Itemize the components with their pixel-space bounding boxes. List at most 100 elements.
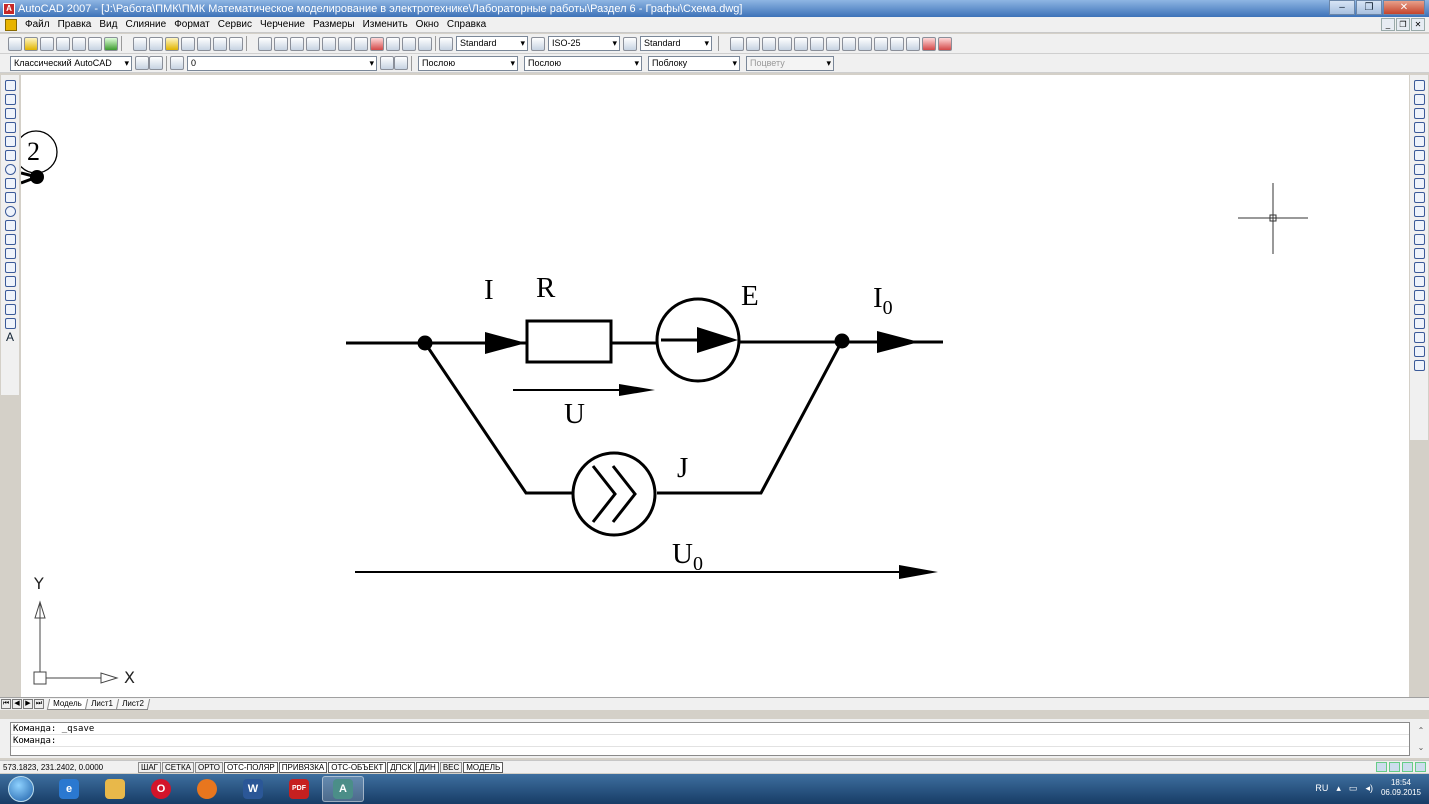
stretch-icon[interactable] xyxy=(1413,192,1425,203)
ellipse-arc-icon[interactable] xyxy=(4,220,16,231)
menu-merge[interactable]: Слияние xyxy=(121,19,170,30)
copy-icon[interactable] xyxy=(149,36,163,51)
ordinate-dimension-icon[interactable] xyxy=(746,36,760,51)
dimension-edit-icon[interactable] xyxy=(922,36,936,51)
taskbar-autocad[interactable]: A xyxy=(322,776,364,802)
draw-order-back-icon[interactable] xyxy=(1413,332,1425,343)
network-icon[interactable]: ▭ xyxy=(1349,783,1358,794)
taskbar-firefox[interactable] xyxy=(186,776,228,802)
start-button[interactable] xyxy=(8,776,34,802)
3d-dwf-icon[interactable] xyxy=(104,36,118,51)
taskbar-word[interactable]: W xyxy=(232,776,274,802)
tool-palettes-icon[interactable] xyxy=(354,36,368,51)
draw-order-front-icon[interactable] xyxy=(1413,318,1425,329)
polar-toggle[interactable]: ОТС-ПОЛЯР xyxy=(223,761,278,773)
layer-previous-icon[interactable] xyxy=(394,56,408,70)
volume-icon[interactable]: ◂) xyxy=(1365,783,1373,794)
design-center-icon[interactable] xyxy=(338,36,352,51)
first-tab-button[interactable]: ⏮ xyxy=(1,699,11,709)
explode-icon[interactable] xyxy=(1413,304,1425,315)
snap-toggle[interactable]: ШАГ xyxy=(138,761,161,773)
block-editor-icon[interactable] xyxy=(197,36,211,51)
chamfer-icon[interactable] xyxy=(1413,276,1425,287)
menu-help[interactable]: Справка xyxy=(443,19,490,30)
status-menu-icon[interactable] xyxy=(1402,762,1413,772)
paste-icon[interactable] xyxy=(165,36,179,51)
text-style-icon[interactable] xyxy=(439,36,453,51)
aligned-dimension-icon[interactable] xyxy=(762,36,776,51)
make-object-layer-current-icon[interactable] xyxy=(380,56,394,70)
open-icon[interactable] xyxy=(24,36,38,51)
spline-icon[interactable] xyxy=(4,192,16,203)
angular-dimension-icon[interactable] xyxy=(826,36,840,51)
linetype-select[interactable]: Послою xyxy=(524,55,642,71)
menu-format[interactable]: Формат xyxy=(170,19,214,30)
command-history[interactable]: Команда: _qsave Команда: xyxy=(10,722,1410,756)
polygon-icon[interactable] xyxy=(4,122,16,133)
lineweight-select[interactable]: Поблоку xyxy=(648,55,740,71)
line-icon[interactable] xyxy=(4,80,16,91)
linear-dimension-icon[interactable] xyxy=(730,36,744,51)
extend-icon[interactable] xyxy=(1413,220,1425,231)
doc-minimize-button[interactable]: _ xyxy=(1381,18,1395,31)
taskbar-opera[interactable]: O xyxy=(140,776,182,802)
join-icon[interactable] xyxy=(1413,262,1425,273)
table-style-select[interactable]: Standard xyxy=(640,36,712,51)
clean-screen-icon[interactable] xyxy=(1415,762,1426,772)
coordinates-readout[interactable]: 573.1823, 231.2402, 0.0000 xyxy=(0,763,138,772)
radius-dimension-icon[interactable] xyxy=(794,36,808,51)
workspace-settings-icon[interactable] xyxy=(135,56,149,70)
layer-manager-icon[interactable] xyxy=(170,56,184,70)
layer-select[interactable]: 0 xyxy=(187,55,377,71)
baseline-dimension-icon[interactable] xyxy=(858,36,872,51)
help-icon[interactable] xyxy=(418,36,432,51)
arc-icon[interactable] xyxy=(4,150,16,161)
rectangle-icon[interactable] xyxy=(4,136,16,147)
offset-icon[interactable] xyxy=(1413,122,1425,133)
scale-icon[interactable] xyxy=(1413,178,1425,189)
mirror-icon[interactable] xyxy=(1413,108,1425,119)
break-at-point-icon[interactable] xyxy=(1413,234,1425,245)
menu-modify[interactable]: Изменить xyxy=(359,19,412,30)
maximize-button[interactable]: ❐ xyxy=(1356,0,1382,15)
markup-icon[interactable] xyxy=(386,36,400,51)
tolerance-icon[interactable] xyxy=(890,36,904,51)
menu-window[interactable]: Окно xyxy=(412,19,443,30)
polyline-icon[interactable] xyxy=(4,108,16,119)
quick-dimension-icon[interactable] xyxy=(842,36,856,51)
osnap-toggle[interactable]: ПРИВЯЗКА xyxy=(278,761,328,773)
command-prompt[interactable]: Команда: xyxy=(11,735,1409,747)
menu-draw[interactable]: Черчение xyxy=(256,19,309,30)
document-icon[interactable] xyxy=(5,18,17,31)
ducs-toggle[interactable]: ДПСК xyxy=(387,761,415,773)
region-icon[interactable] xyxy=(4,304,16,315)
tab-sheet2[interactable]: Лист2 xyxy=(115,698,150,710)
draw-order-above-icon[interactable] xyxy=(1413,346,1425,357)
snap-magnet-icon[interactable] xyxy=(938,36,952,51)
break-icon[interactable] xyxy=(1413,248,1425,259)
zoom-previous-icon[interactable] xyxy=(306,36,320,51)
point-icon[interactable] xyxy=(4,262,16,273)
print-icon[interactable] xyxy=(56,36,70,51)
dyn-toggle[interactable]: ДИН xyxy=(415,761,439,773)
tab-model[interactable]: Модель xyxy=(46,698,88,710)
model-toggle[interactable]: МОДЕЛЬ xyxy=(463,761,504,773)
dim-style-icon[interactable] xyxy=(531,36,545,51)
menu-dimension[interactable]: Размеры xyxy=(309,19,359,30)
circle-icon[interactable] xyxy=(4,164,16,175)
text-style-select[interactable]: Standard xyxy=(456,36,528,51)
workspace-select[interactable]: Классический AutoCAD xyxy=(10,55,132,71)
erase-icon[interactable] xyxy=(1413,80,1425,91)
language-indicator[interactable]: RU xyxy=(1315,783,1328,793)
match-properties-icon[interactable] xyxy=(181,36,195,51)
move-icon[interactable] xyxy=(1413,150,1425,161)
command-scrollbar[interactable]: ⌃ ⌄ xyxy=(1416,722,1426,756)
revision-cloud-icon[interactable] xyxy=(4,178,16,189)
ortho-toggle[interactable]: ОРТО xyxy=(195,761,223,773)
new-icon[interactable] xyxy=(8,36,22,51)
menu-edit[interactable]: Правка xyxy=(54,19,96,30)
menu-tools[interactable]: Сервис xyxy=(214,19,256,30)
redo-icon[interactable] xyxy=(229,36,243,51)
next-tab-button[interactable]: ▶ xyxy=(23,699,33,709)
gradient-icon[interactable] xyxy=(4,290,16,301)
